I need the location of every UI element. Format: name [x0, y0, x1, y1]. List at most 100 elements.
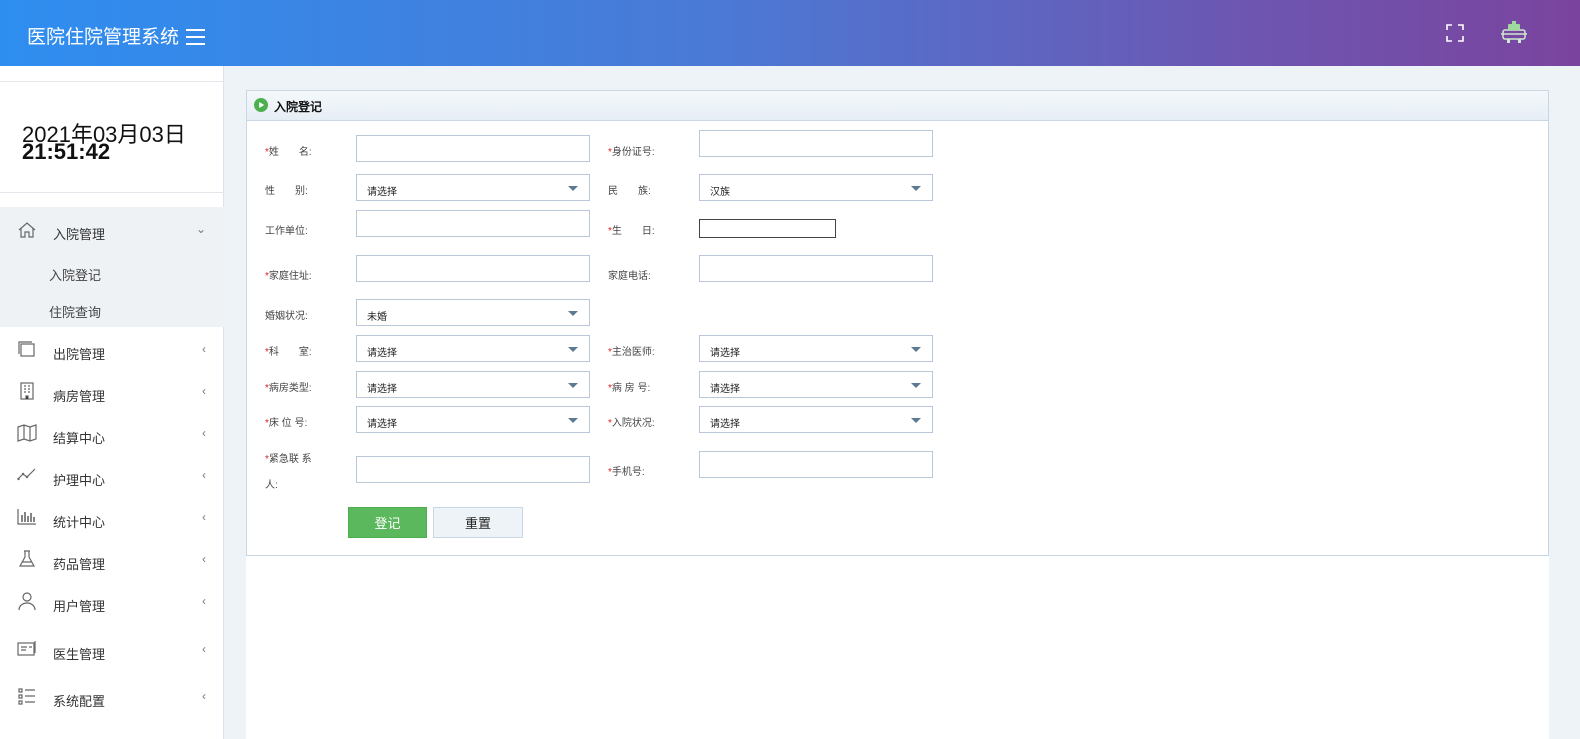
user-icon	[18, 592, 36, 611]
ethnicity-label: 民 族:	[608, 186, 651, 197]
id-card-input[interactable]	[699, 130, 933, 157]
doctor-select[interactable]: 请选择	[699, 335, 933, 362]
sidebar-item-label: 药品管理	[53, 557, 106, 572]
chevron-left-icon: ‹	[202, 384, 206, 398]
sidebar-group-admission: 入院管理 ⌄ 入院登记 住院查询	[0, 207, 224, 327]
select-value: 请选择	[710, 419, 740, 430]
clock: 2021年03月03日 21:51:42	[0, 81, 224, 193]
marital-label: 婚姻状况:	[265, 311, 308, 322]
caret-down-icon	[568, 311, 578, 316]
admission-status-label: *入院状况:	[608, 418, 655, 429]
ward-type-select[interactable]: 请选择	[356, 371, 590, 398]
bar-chart-icon	[17, 509, 36, 525]
sidebar-item-settlement[interactable]: 结算中心 ‹	[0, 411, 224, 453]
ward-no-select[interactable]: 请选择	[699, 371, 933, 398]
birthday-input[interactable]	[699, 219, 836, 238]
panel-title: 入院登记	[274, 100, 323, 114]
select-value: 请选择	[367, 187, 397, 198]
id-card-label: *身份证号:	[608, 147, 655, 158]
map-icon	[17, 424, 37, 442]
sidebar-item-label: 结算中心	[53, 431, 106, 446]
work-unit-label: 工作单位:	[265, 226, 308, 237]
caret-down-icon	[911, 186, 921, 191]
caret-down-icon	[911, 347, 921, 352]
avatar[interactable]	[1500, 18, 1528, 46]
sidebar-item-admission[interactable]: 入院管理 ⌄	[0, 207, 224, 253]
select-value: 请选择	[367, 384, 397, 395]
caret-down-icon	[911, 418, 921, 423]
sidebar-subitem-label: 入院登记	[49, 268, 102, 283]
sidebar-menu: 入院管理 ⌄ 入院登记 住院查询 出院管理 ‹ 病房管理 ‹ 结算中心 ‹ 护理…	[0, 207, 224, 716]
sidebar-item-doctors[interactable]: 医生管理 ‹	[0, 627, 224, 674]
mobile-label: *手机号:	[608, 467, 645, 478]
admission-status-select[interactable]: 请选择	[699, 406, 933, 433]
chevron-left-icon: ‹	[202, 342, 206, 356]
sidebar-item-nursing[interactable]: 护理中心 ‹	[0, 453, 224, 495]
top-bar: 医院住院管理系统	[0, 0, 1580, 66]
sidebar-item-pharmacy[interactable]: 药品管理 ‹	[0, 537, 224, 579]
sidebar-item-label: 系统配置	[53, 694, 106, 709]
caret-down-icon	[911, 383, 921, 388]
select-value: 汉族	[710, 187, 730, 198]
sidebar-item-discharge[interactable]: 出院管理 ‹	[0, 327, 224, 369]
home-address-label: *家庭住址:	[265, 271, 312, 282]
sidebar-item-users[interactable]: 用户管理 ‹	[0, 579, 224, 627]
caret-down-icon	[568, 418, 578, 423]
reset-button[interactable]: 重置	[433, 507, 523, 538]
sidebar-item-label: 出院管理	[53, 347, 106, 362]
emergency-contact-label: *紧急联 系	[265, 454, 312, 465]
sidebar-item-label: 统计中心	[53, 515, 106, 530]
bed-no-select[interactable]: 请选择	[356, 406, 590, 433]
sidebar-item-statistics[interactable]: 统计中心 ‹	[0, 495, 224, 537]
select-value: 请选择	[710, 348, 740, 359]
home-address-input[interactable]	[356, 255, 590, 282]
chevron-left-icon: ‹	[202, 642, 206, 656]
sidebar-item-system-config[interactable]: 系统配置 ‹	[0, 674, 224, 716]
name-input[interactable]	[356, 135, 590, 162]
register-button[interactable]: 登记	[348, 507, 427, 538]
home-icon	[18, 222, 36, 238]
panel-header: 入院登记	[247, 91, 1548, 121]
list-icon	[18, 688, 35, 705]
mobile-input[interactable]	[699, 451, 933, 478]
play-circle-icon	[254, 98, 268, 112]
menu-toggle-icon[interactable]	[186, 29, 206, 45]
main-content: 入院登记 *姓 名: *身份证号: 性 别: 请选择 民 族: 汉族 工作单位:…	[246, 90, 1549, 739]
sidebar-subitem-label: 住院查询	[49, 305, 102, 320]
select-value: 未婚	[367, 312, 387, 323]
sidebar-subitem-inpatient-query[interactable]: 住院查询	[0, 290, 224, 327]
doctor-label: *主治医师:	[608, 347, 655, 358]
marital-select[interactable]: 未婚	[356, 299, 590, 326]
department-label: *科 室:	[265, 347, 312, 358]
fullscreen-icon[interactable]	[1446, 24, 1464, 42]
emergency-contact-label-line2: 人:	[265, 480, 278, 491]
flask-icon	[18, 550, 36, 567]
sidebar-item-label: 医生管理	[53, 647, 106, 662]
home-phone-label: 家庭电话:	[608, 271, 651, 282]
app-title: 医院住院管理系统	[27, 27, 180, 48]
caret-down-icon	[568, 383, 578, 388]
chevron-left-icon: ‹	[202, 689, 206, 703]
caret-down-icon	[568, 347, 578, 352]
chevron-left-icon: ‹	[202, 552, 206, 566]
clock-time: 21:51:42	[22, 139, 111, 164]
ethnicity-select[interactable]: 汉族	[699, 174, 933, 201]
sidebar: 2021年03月03日 21:51:42 入院管理 ⌄ 入院登记 住院查询 出院…	[0, 66, 224, 739]
line-chart-icon	[17, 468, 36, 481]
chevron-left-icon: ‹	[202, 426, 206, 440]
gender-label: 性 别:	[265, 186, 308, 197]
sidebar-subitem-admission-register[interactable]: 入院登记	[0, 253, 224, 290]
name-label: *姓 名:	[265, 147, 312, 158]
sidebar-item-ward[interactable]: 病房管理 ‹	[0, 369, 224, 411]
select-value: 请选择	[367, 419, 397, 430]
emergency-contact-input[interactable]	[356, 456, 590, 483]
work-unit-input[interactable]	[356, 210, 590, 237]
department-select[interactable]: 请选择	[356, 335, 590, 362]
id-card-icon	[17, 641, 36, 656]
chevron-left-icon: ‹	[202, 510, 206, 524]
home-phone-input[interactable]	[699, 255, 933, 282]
select-value: 请选择	[367, 348, 397, 359]
select-value: 请选择	[710, 384, 740, 395]
gender-select[interactable]: 请选择	[356, 174, 590, 201]
chevron-down-icon: ⌄	[195, 222, 206, 236]
